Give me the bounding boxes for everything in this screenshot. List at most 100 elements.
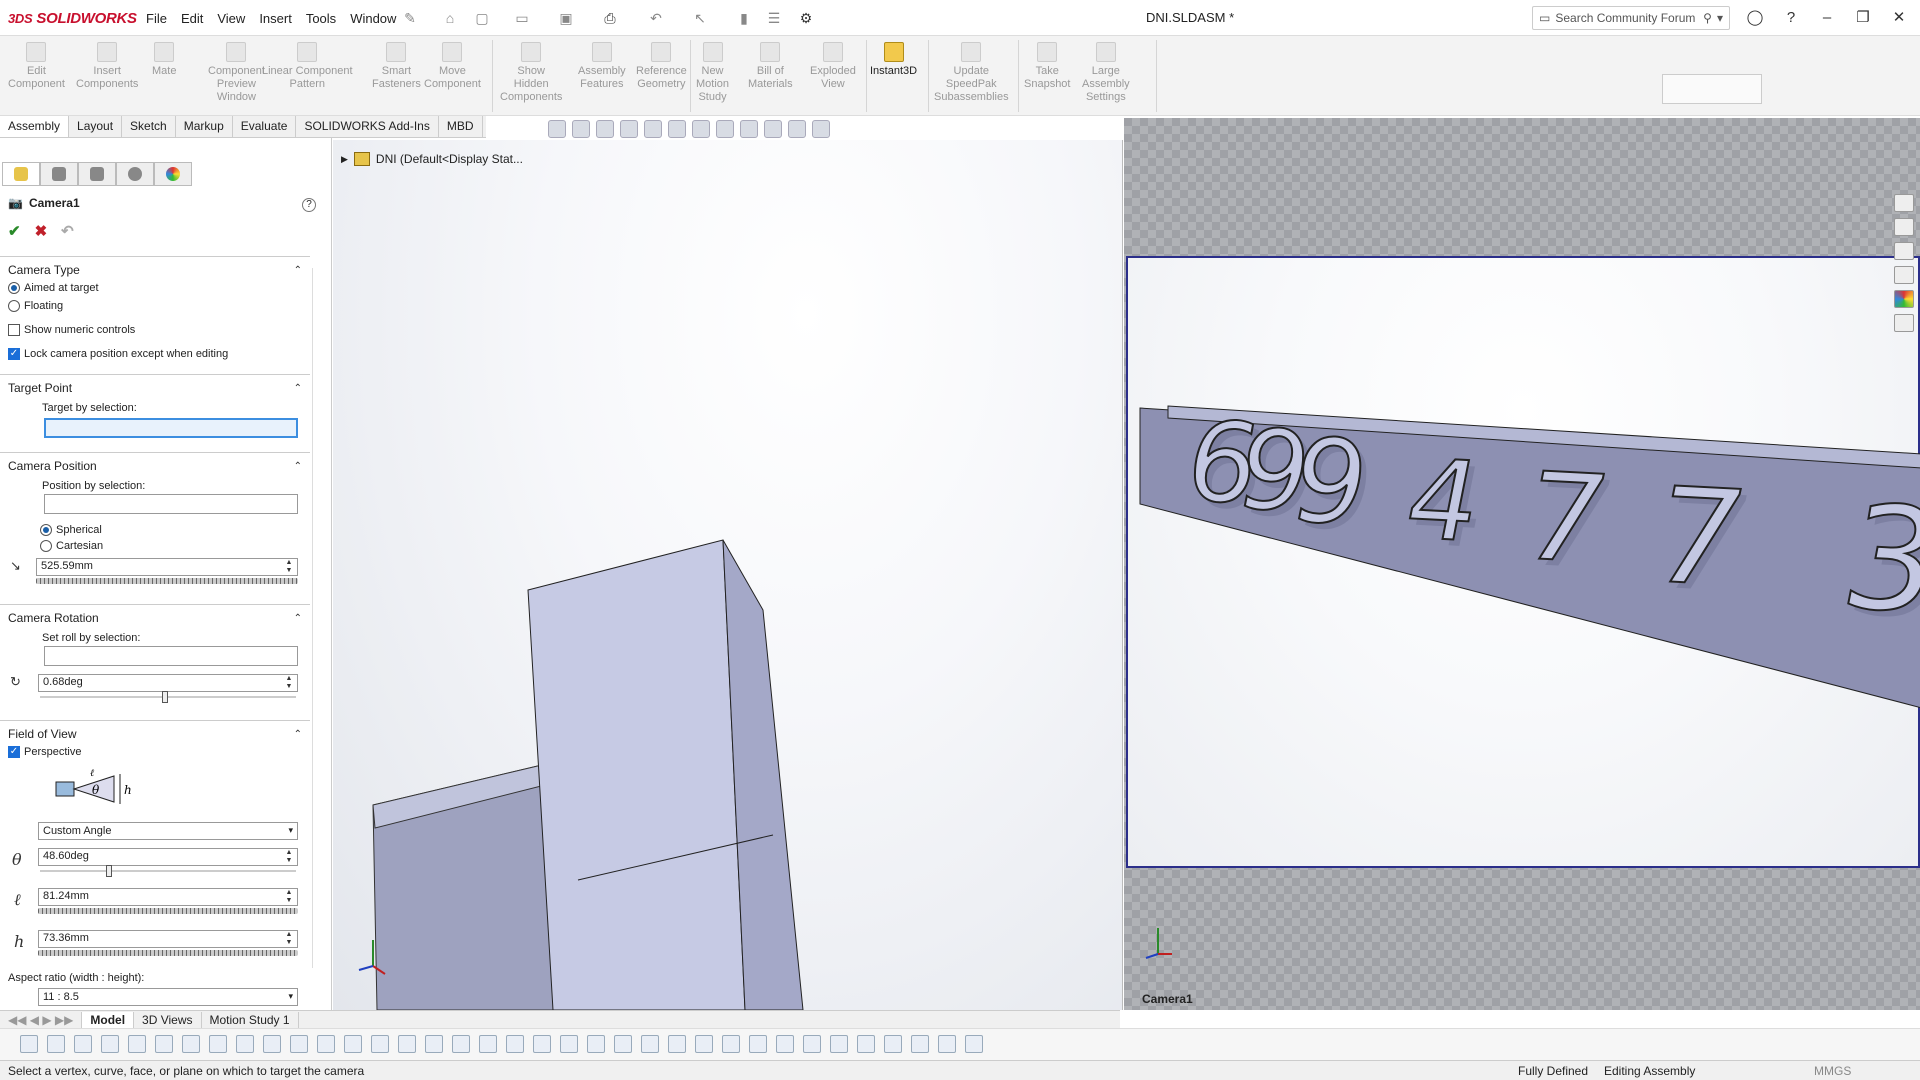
display-monitor-icon[interactable] xyxy=(812,120,830,138)
chevron-up-icon[interactable]: ⌃ xyxy=(294,383,302,394)
chevron-down-icon[interactable]: ▾ xyxy=(288,825,293,836)
hide-show-items-icon[interactable] xyxy=(716,120,734,138)
bottom-tool-icon[interactable] xyxy=(371,1035,389,1053)
bottom-tool-icon[interactable] xyxy=(776,1035,794,1053)
chevron-up-icon[interactable]: ⌃ xyxy=(294,613,302,624)
previous-view-icon[interactable] xyxy=(596,120,614,138)
options-gear-icon[interactable]: ⚙ xyxy=(796,8,816,28)
chevron-down-icon[interactable]: ▾ xyxy=(288,991,293,1002)
group-target-point-header[interactable]: Target Point ⌃ xyxy=(0,378,310,398)
tab-sketch[interactable]: Sketch xyxy=(122,116,176,137)
bottom-tool-icon[interactable] xyxy=(857,1035,875,1053)
fov-mode-dropdown[interactable]: Custom Angle ▾ xyxy=(38,822,298,840)
pm-scrollbar[interactable] xyxy=(312,268,322,968)
minimize-button[interactable]: – xyxy=(1812,6,1842,30)
ribbon-button-13[interactable]: Instant3D xyxy=(870,42,917,78)
theta-slider[interactable] xyxy=(40,865,296,877)
design-library-icon[interactable] xyxy=(1894,218,1914,236)
pin-icon[interactable]: ✎ xyxy=(400,8,420,28)
bottom-tool-icon[interactable] xyxy=(587,1035,605,1053)
graphics-area[interactable]: ▶ DNI (Default<Display Stat... xyxy=(333,140,1123,1010)
checkbox-perspective[interactable]: ✓ Perspective xyxy=(8,746,81,758)
print-icon[interactable]: ⎙ xyxy=(600,8,620,28)
radio-indicator[interactable] xyxy=(8,300,20,312)
ribbon-button-9[interactable]: Reference Geometry xyxy=(636,42,687,91)
position-selection-box[interactable] xyxy=(44,494,298,514)
roll-field[interactable]: 0.68deg ▲ ▼ xyxy=(38,674,298,692)
distance-slider[interactable] xyxy=(36,578,298,584)
menu-file[interactable]: File xyxy=(140,8,173,29)
bottom-tool-icon[interactable] xyxy=(47,1035,65,1053)
search-icon[interactable]: ⚲ xyxy=(1703,11,1712,25)
radio-indicator[interactable] xyxy=(8,282,20,294)
ribbon-button-10[interactable]: New Motion Study xyxy=(696,42,729,104)
camera-viewport[interactable]: 6994773 Camera1 xyxy=(1124,118,1920,1010)
distance-field[interactable]: 525.59mm ▲ ▼ xyxy=(36,558,298,576)
search-community-input[interactable]: ▭ Search Community Forum ⚲ ▾ xyxy=(1532,6,1730,30)
solidworks-resources-icon[interactable] xyxy=(1894,194,1914,212)
spin-buttons[interactable]: ▲ ▼ xyxy=(283,559,295,575)
tab-nav-arrows[interactable]: ◀◀ ◀ ▶ ▶▶ xyxy=(0,1011,83,1028)
help-icon[interactable]: ? xyxy=(302,198,316,212)
edit-appearance-icon[interactable] xyxy=(740,120,758,138)
file-explorer-icon[interactable] xyxy=(1894,242,1914,260)
bottom-tool-icon[interactable] xyxy=(803,1035,821,1053)
bottom-tool-icon[interactable] xyxy=(182,1035,200,1053)
ribbon-button-14[interactable]: Update SpeedPak Subassemblies xyxy=(934,42,1009,104)
undo-icon[interactable]: ↶ xyxy=(646,8,666,28)
restore-button[interactable]: ❐ xyxy=(1848,6,1878,30)
bottom-tool-icon[interactable] xyxy=(641,1035,659,1053)
bottom-tool-icon[interactable] xyxy=(830,1035,848,1053)
checkbox-indicator[interactable]: ✓ xyxy=(8,746,20,758)
bottom-tool-icon[interactable] xyxy=(884,1035,902,1053)
ell-field[interactable]: 81.24mm ▲ ▼ xyxy=(38,888,298,906)
target-selection-box[interactable] xyxy=(44,418,298,438)
spin-buttons[interactable]: ▲ ▼ xyxy=(283,675,295,691)
zoom-to-fit-icon[interactable] xyxy=(548,120,566,138)
ribbon-button-2[interactable]: Mate xyxy=(152,42,176,78)
bottom-tool-icon[interactable] xyxy=(911,1035,929,1053)
theta-field[interactable]: 48.60deg ▲ ▼ xyxy=(38,848,298,866)
tab-3d-views[interactable]: 3D Views xyxy=(134,1011,202,1028)
section-view-icon[interactable] xyxy=(620,120,638,138)
chevron-up-icon[interactable]: ⌃ xyxy=(294,265,302,276)
tab-mbd[interactable]: MBD xyxy=(439,116,483,137)
ribbon-button-12[interactable]: Exploded View xyxy=(810,42,856,91)
dimxpert-tab[interactable] xyxy=(116,162,154,186)
aspect-ratio-dropdown[interactable]: 11 : 8.5 ▾ xyxy=(38,988,298,1006)
tab-model[interactable]: Model xyxy=(82,1011,135,1028)
slider-thumb[interactable] xyxy=(106,865,112,877)
bottom-tool-icon[interactable] xyxy=(128,1035,146,1053)
checkbox-lock-position[interactable]: ✓ Lock camera position except when editin… xyxy=(8,348,228,360)
rebuild-icon[interactable]: ▮ xyxy=(734,8,754,28)
bottom-tool-icon[interactable] xyxy=(506,1035,524,1053)
menu-view[interactable]: View xyxy=(211,8,251,29)
chevron-down-icon[interactable]: ▾ xyxy=(1717,11,1723,25)
bottom-tool-icon[interactable] xyxy=(938,1035,956,1053)
bottom-tool-icon[interactable] xyxy=(695,1035,713,1053)
bottom-tool-icon[interactable] xyxy=(722,1035,740,1053)
bottom-tool-icon[interactable] xyxy=(479,1035,497,1053)
ribbon-button-7[interactable]: Show Hidden Components xyxy=(500,42,562,104)
view-settings-icon[interactable] xyxy=(788,120,806,138)
menu-window[interactable]: Window xyxy=(344,8,402,29)
height-slider[interactable] xyxy=(38,950,298,956)
radio-floating[interactable]: Floating xyxy=(8,300,63,312)
checkbox-indicator[interactable]: ✓ xyxy=(8,348,20,360)
custom-properties-icon[interactable] xyxy=(1894,314,1914,332)
tab-addins[interactable]: SOLIDWORKS Add-Ins xyxy=(296,116,439,137)
ribbon-button-5[interactable]: Smart Fasteners xyxy=(372,42,421,91)
spin-buttons[interactable]: ▲ ▼ xyxy=(283,849,295,865)
ribbon-button-6[interactable]: Move Component xyxy=(424,42,481,91)
close-button[interactable]: ✕ xyxy=(1884,6,1914,30)
ribbon-button-0[interactable]: Edit Component xyxy=(8,42,65,91)
ribbon-button-4[interactable]: Linear Component Pattern xyxy=(262,42,353,91)
view-orientation-icon[interactable] xyxy=(668,120,686,138)
bottom-tool-icon[interactable] xyxy=(263,1035,281,1053)
bottom-tool-icon[interactable] xyxy=(317,1035,335,1053)
save-icon[interactable]: ▣ xyxy=(556,8,576,28)
group-camera-rotation-header[interactable]: Camera Rotation ⌃ xyxy=(0,608,310,628)
checkbox-show-numeric[interactable]: Show numeric controls xyxy=(8,324,135,336)
chevron-up-icon[interactable]: ⌃ xyxy=(294,729,302,740)
roll-selection-box[interactable] xyxy=(44,646,298,666)
